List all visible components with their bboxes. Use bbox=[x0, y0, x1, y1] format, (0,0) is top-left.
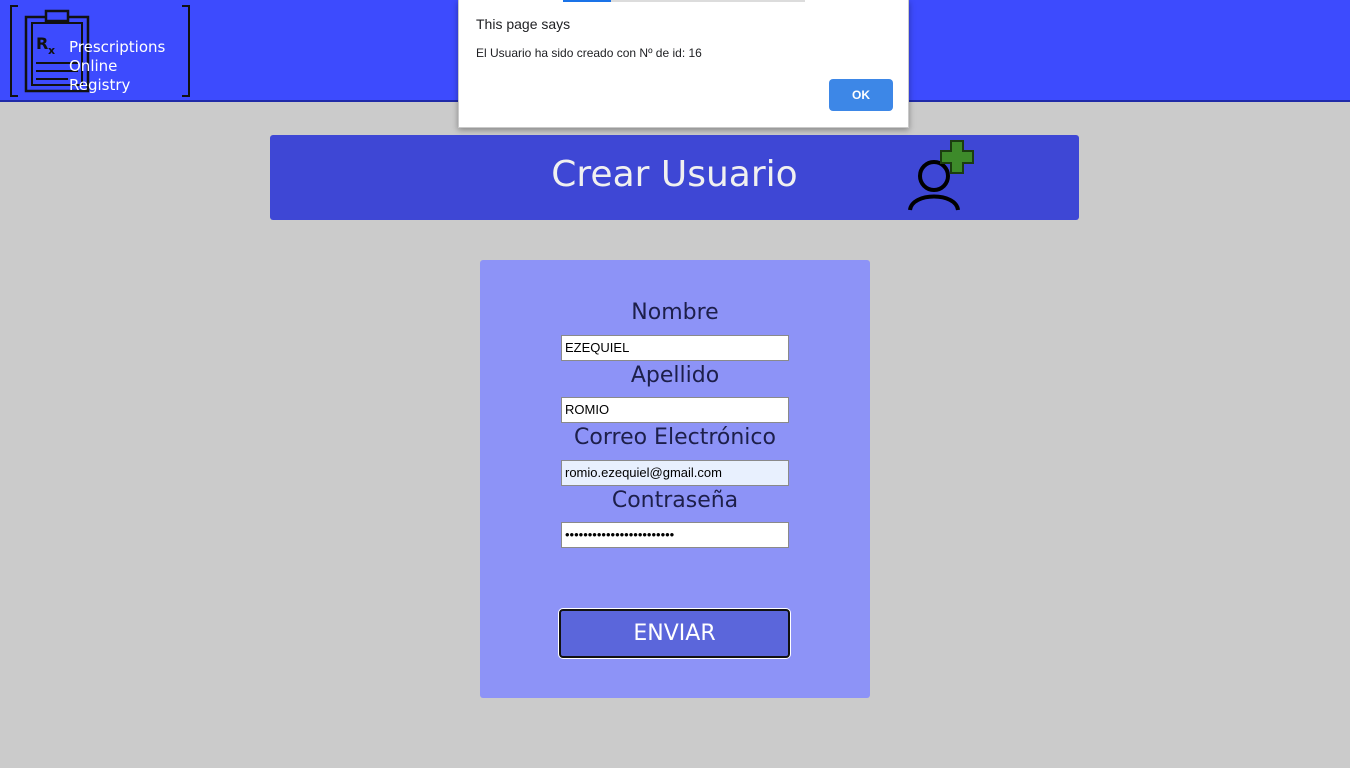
correo-input[interactable]: romio.ezequiel@gmail.com bbox=[561, 460, 789, 486]
page-header-banner: Crear Usuario bbox=[270, 135, 1079, 220]
contrasena-input[interactable]: •••••••••••••••••••••••• bbox=[561, 522, 789, 548]
apellido-label: Apellido bbox=[630, 363, 720, 388]
create-user-form: Nombre EZEQUIEL Apellido ROMIO Correo El… bbox=[480, 260, 870, 698]
svg-text:x: x bbox=[48, 44, 55, 57]
logo[interactable]: R x Prescriptions Online Registry bbox=[10, 5, 190, 97]
dialog-message: El Usuario ha sido creado con Nº de id: … bbox=[476, 46, 702, 60]
svg-text:R: R bbox=[36, 34, 48, 53]
logo-line: Prescriptions bbox=[69, 38, 166, 56]
alert-dialog: This page says El Usuario ha sido creado… bbox=[458, 0, 909, 128]
nombre-label: Nombre bbox=[631, 300, 719, 325]
correo-label: Correo Electrónico bbox=[574, 425, 776, 450]
apellido-input[interactable]: ROMIO bbox=[561, 397, 789, 423]
logo-line: Registry bbox=[69, 76, 131, 94]
ok-button[interactable]: OK bbox=[829, 79, 893, 111]
logo-line: Online bbox=[69, 57, 118, 75]
dialog-title: This page says bbox=[476, 16, 571, 32]
logo-text: Prescriptions Online Registry bbox=[69, 38, 165, 95]
add-user-icon bbox=[908, 140, 974, 211]
nombre-input[interactable]: EZEQUIEL bbox=[561, 335, 789, 361]
logo-bracket-left bbox=[10, 5, 18, 97]
submit-button[interactable]: ENVIAR bbox=[559, 609, 790, 658]
logo-bracket-right bbox=[182, 5, 190, 97]
dialog-loading-bar bbox=[563, 0, 805, 2]
contrasena-label: Contraseña bbox=[611, 488, 739, 513]
